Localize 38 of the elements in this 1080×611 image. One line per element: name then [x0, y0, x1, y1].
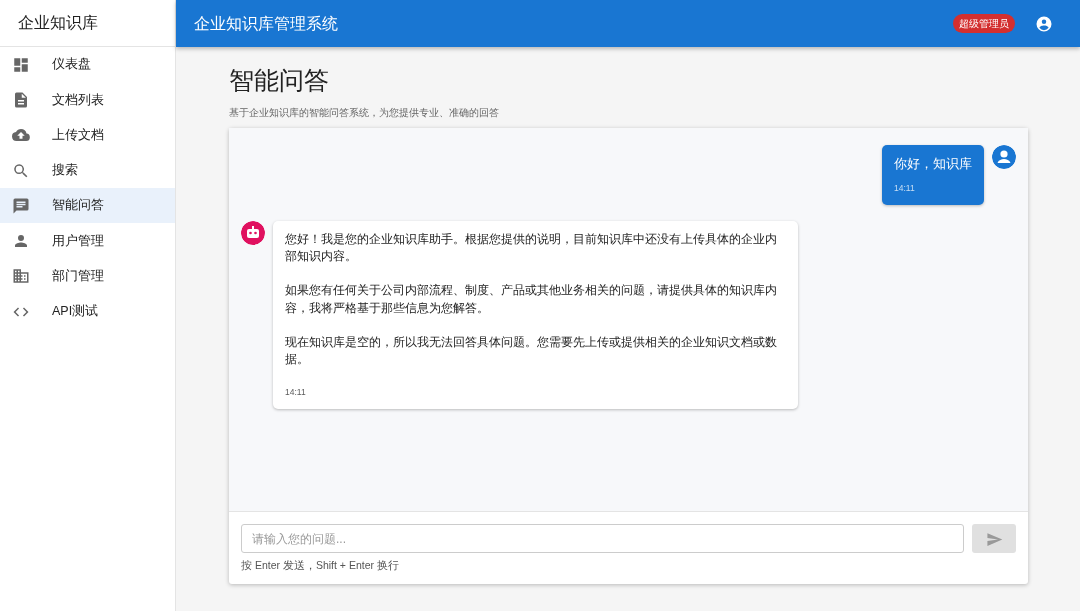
sidebar-item-label: 部门管理 [52, 268, 104, 286]
message-time: 14:11 [894, 181, 916, 195]
page-title: 智能问答 [229, 65, 330, 95]
message-text: 你好，知识库 [894, 156, 972, 173]
sidebar-title: 企业知识库 [18, 13, 98, 33]
sidebar-item[interactable]: 用户管理 [0, 223, 175, 259]
sidebar-item-label: 仪表盘 [52, 56, 91, 74]
user-avatar-icon [992, 145, 1016, 169]
question-input[interactable]: 请输入您的问题... [241, 524, 964, 554]
search-icon [12, 161, 30, 180]
sidebar-item-label: 搜索 [52, 162, 78, 180]
account-icon[interactable] [1035, 14, 1053, 33]
message-text: 如果您有任何关于公司内部流程、制度、产品或其他业务相关的问题，请提供具体的知识库内容，我将严格基于那些信息为您解答。 [285, 282, 778, 317]
app-title: 企业知识库管理系统 [194, 13, 338, 34]
dashboard-icon [12, 55, 30, 74]
sidebar-item-label: 上传文档 [52, 126, 104, 144]
send-icon [985, 531, 1003, 549]
building-icon [12, 267, 30, 286]
sidebar-item[interactable]: 部门管理 [0, 258, 175, 295]
chat-icon [12, 196, 30, 215]
sidebar-item-label: 文档列表 [52, 91, 104, 109]
sidebar-item-label: API测试 [52, 303, 99, 321]
sidebar-item[interactable]: 智能问答 [0, 188, 175, 224]
sidebar-item-label: 智能问答 [52, 197, 104, 215]
sidebar-item[interactable]: 上传文档 [0, 117, 175, 153]
document-icon [12, 90, 30, 109]
sidebar-item[interactable]: 仪表盘 [0, 47, 175, 83]
sidebar-item[interactable]: 文档列表 [0, 82, 175, 118]
message-text: 您好！我是您的企业知识库助手。根据您提供的说明，目前知识库中还没有上传具体的企业内部知识内容。 [285, 230, 778, 265]
sidebar-item[interactable]: 搜索 [0, 152, 175, 189]
robot-avatar-icon [241, 220, 265, 245]
message-time: 14:11 [285, 385, 307, 399]
sidebar-item-label: 用户管理 [52, 232, 104, 250]
sidebar-item[interactable]: API测试 [0, 294, 175, 330]
message-text: 现在知识库是空的，所以我无法回答具体问题。您需要先上传或提供相关的企业知识文档或数据。 [285, 334, 778, 369]
role-badge: 超级管理员 [953, 14, 1015, 33]
input-hint: 按 Enter 发送，Shift + Enter 换行 [241, 558, 400, 574]
page-subtitle: 基于企业知识库的智能问答系统，为您提供专业、准确的回答 [229, 106, 500, 120]
